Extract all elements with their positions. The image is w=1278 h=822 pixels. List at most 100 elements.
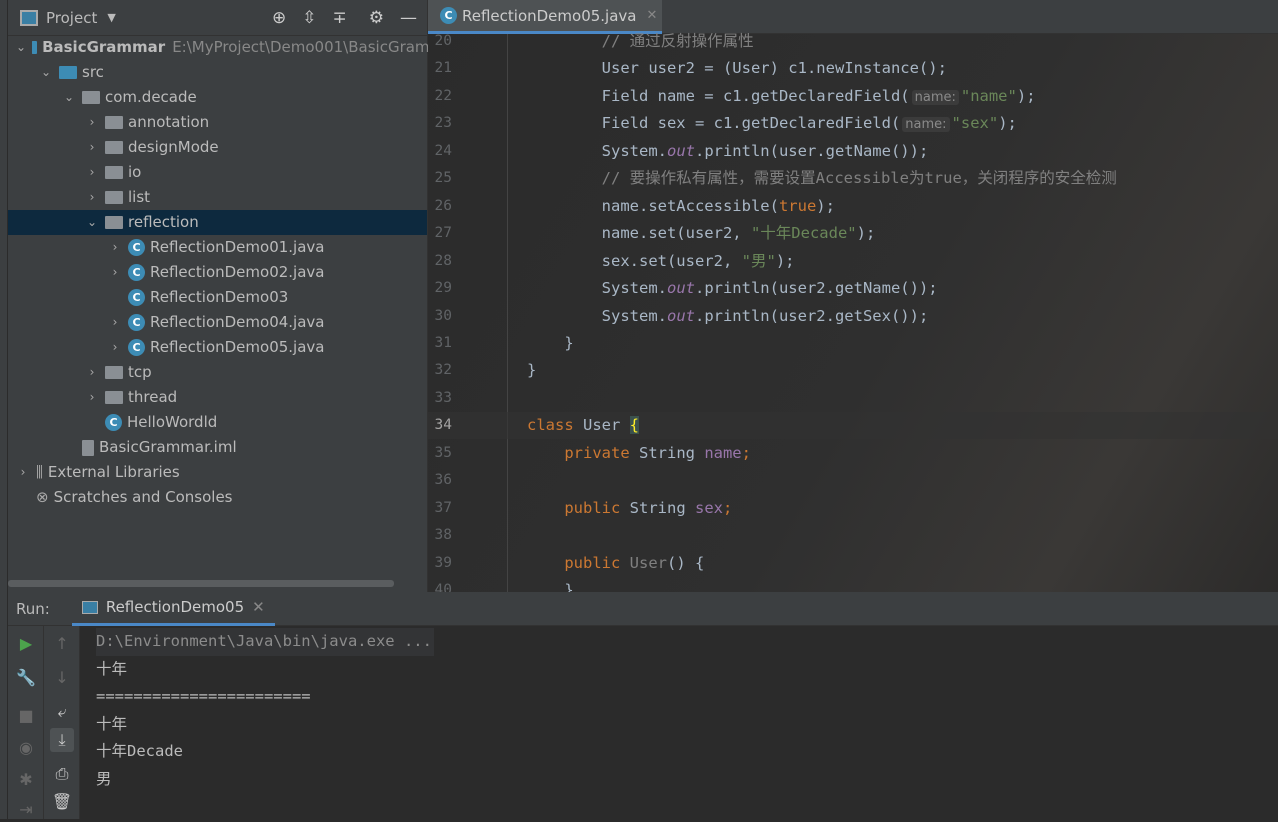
code-line[interactable]: 20 // 通过反射操作属性 xyxy=(428,28,1278,55)
tree-item[interactable]: › tcp xyxy=(8,360,427,385)
tree-item[interactable]: C ReflectionDemo03 xyxy=(8,285,427,310)
debug-icon[interactable]: ✱ xyxy=(14,768,38,792)
project-view-selector[interactable]: Project xyxy=(46,9,97,27)
tree-item-label: ReflectionDemo03 xyxy=(150,288,289,306)
tree-item[interactable]: › thread xyxy=(8,385,427,410)
tree-item[interactable]: C HelloWordld xyxy=(8,410,427,435)
code-line[interactable]: 39 public User() { xyxy=(428,550,1278,577)
package-icon xyxy=(105,216,123,229)
console-line-wrap: 十年 xyxy=(96,656,434,684)
chevron-down-icon[interactable]: ⌄ xyxy=(16,35,26,60)
chevron-down-icon[interactable]: ⌄ xyxy=(39,60,53,85)
chevron-right-icon[interactable]: › xyxy=(85,385,99,410)
minimize-icon[interactable]: — xyxy=(400,8,417,28)
left-tool-strip[interactable] xyxy=(0,0,8,819)
tree-item[interactable]: BasicGrammar.iml xyxy=(8,435,427,460)
chevron-right-icon[interactable]: › xyxy=(85,110,99,135)
console-line: 男 xyxy=(96,769,112,788)
console-icon xyxy=(81,600,98,614)
camera-icon[interactable]: ◉ xyxy=(14,736,38,760)
chevron-right-icon[interactable]: › xyxy=(108,235,122,260)
code-token: // 要操作私有属性，需要设置Accessible为true，关闭程序的安全检测 xyxy=(601,169,1117,188)
chevron-right-icon[interactable]: › xyxy=(85,160,99,185)
chevron-down-icon[interactable]: ▼ xyxy=(107,11,115,24)
line-number: 20 xyxy=(434,33,452,49)
code-line[interactable]: 35 private String name; xyxy=(428,440,1278,467)
tree-item[interactable]: › designMode xyxy=(8,135,427,160)
tree-item[interactable]: › C ReflectionDemo02.java xyxy=(8,260,427,285)
tree-item[interactable]: ⌄ src xyxy=(8,60,427,85)
line-number: 37 xyxy=(434,499,452,516)
line-number: 39 xyxy=(434,554,452,571)
gear-icon[interactable]: ⚙ xyxy=(369,8,384,28)
code-line[interactable]: 36 xyxy=(428,467,1278,494)
tree-item[interactable]: › annotation xyxy=(8,110,427,135)
code-line[interactable]: 34 class User { xyxy=(428,412,1278,440)
tree-item[interactable]: › C ReflectionDemo05.java xyxy=(8,335,427,360)
tree-item[interactable]: › io xyxy=(8,160,427,185)
code-token: User user2 = (User) c1.newInstance(); xyxy=(527,59,947,78)
print-icon[interactable]: ⎙ xyxy=(50,762,74,786)
code-line[interactable]: 21 User user2 = (User) c1.newInstance(); xyxy=(428,55,1278,82)
chevron-right-icon[interactable]: › xyxy=(85,360,99,385)
run-header: Run: ReflectionDemo05 ✕ xyxy=(8,592,1278,626)
stop-icon[interactable]: ■ xyxy=(14,704,38,728)
code-editor[interactable]: C ReflectionDemo05.java ✕ 20 // 通过反射操作属性… xyxy=(428,0,1278,599)
expand-all-icon[interactable]: ⇳ xyxy=(302,8,316,28)
code-line[interactable]: 26 name.setAccessible(true); xyxy=(428,193,1278,220)
line-number: 36 xyxy=(434,472,452,489)
code-line[interactable]: 25 // 要操作私有属性，需要设置Accessible为true，关闭程序的安… xyxy=(428,165,1278,192)
tree-item[interactable]: ⊗ Scratches and Consoles xyxy=(8,485,427,510)
tree-item[interactable]: ⌄ BasicGrammar E:\MyProject\Demo001\BasicG… xyxy=(8,35,430,60)
chevron-down-icon[interactable]: ⌄ xyxy=(85,210,99,235)
soft-wrap-icon[interactable]: ⤶ xyxy=(50,700,74,724)
code-line[interactable]: 29 System.out.println(user2.getName()); xyxy=(428,275,1278,302)
tree-item[interactable]: › C ReflectionDemo04.java xyxy=(8,310,427,335)
code-line[interactable]: 38 xyxy=(428,522,1278,549)
code-line[interactable]: 37 public String sex; xyxy=(428,495,1278,522)
scroll-to-end-icon[interactable]: ⤓ xyxy=(50,728,74,752)
trash-icon[interactable]: 🗑 xyxy=(50,790,74,814)
code-line[interactable]: 30 System.out.println(user2.getSex()); xyxy=(428,303,1278,330)
tree-item[interactable]: › list xyxy=(8,185,427,210)
tree-item[interactable]: › ⫼ External Libraries xyxy=(8,460,427,485)
rerun-icon[interactable]: ▶ xyxy=(14,632,38,656)
code-line[interactable]: 28 sex.set(user2, "男"); xyxy=(428,248,1278,275)
chevron-right-icon[interactable]: › xyxy=(85,185,99,210)
code-token: out xyxy=(666,141,695,160)
code-token: String xyxy=(629,443,705,462)
collapse-all-icon[interactable]: ∓ xyxy=(333,8,347,28)
chevron-right-icon[interactable]: › xyxy=(108,260,122,285)
tree-item[interactable]: ⌄ reflection xyxy=(8,210,427,235)
run-tab[interactable]: ReflectionDemo05 ✕ xyxy=(71,592,275,626)
chevron-right-icon[interactable]: › xyxy=(108,335,122,360)
code-line[interactable]: 22 Field name = c1.getDeclaredField(name… xyxy=(428,83,1278,110)
code-token: ); xyxy=(856,224,876,243)
chevron-right-icon[interactable]: › xyxy=(108,310,122,335)
arrow-down-icon[interactable]: ↓ xyxy=(50,666,74,690)
chevron-right-icon[interactable]: › xyxy=(85,135,99,160)
arrow-up-icon[interactable]: ↑ xyxy=(50,632,74,656)
code-line[interactable]: 23 Field sex = c1.getDeclaredField(name:… xyxy=(428,110,1278,137)
tree-item[interactable]: ⌄ com.decade xyxy=(8,85,427,110)
code-line[interactable]: 24 System.out.println(user.getName()); xyxy=(428,138,1278,165)
code-line[interactable]: 32} xyxy=(428,357,1278,384)
chevron-down-icon[interactable]: ⌄ xyxy=(62,85,76,110)
package-icon xyxy=(105,116,123,129)
horizontal-scrollbar[interactable] xyxy=(8,580,394,587)
wrench-icon[interactable]: 🔧 xyxy=(14,666,38,690)
close-icon[interactable]: ✕ xyxy=(647,8,658,23)
code-token: "name" xyxy=(960,86,1017,105)
code-token: } xyxy=(527,361,537,380)
locate-icon[interactable]: ⊕ xyxy=(272,8,286,28)
console-output[interactable]: D:\Environment\Java\bin\java.exe ... 十年 ==… xyxy=(96,628,434,793)
tree-item[interactable]: › C ReflectionDemo01.java xyxy=(8,235,427,260)
code-line[interactable]: 31 } xyxy=(428,330,1278,357)
close-icon[interactable]: ✕ xyxy=(252,598,265,616)
code-text: System.out.println(user2.getName()); xyxy=(527,275,938,302)
code-line[interactable]: 27 name.set(user2, "十年Decade"); xyxy=(428,220,1278,247)
chevron-right-icon[interactable]: › xyxy=(16,460,30,485)
exit-icon[interactable]: ⇥ xyxy=(14,798,38,822)
code-line[interactable]: 33 xyxy=(428,385,1278,412)
